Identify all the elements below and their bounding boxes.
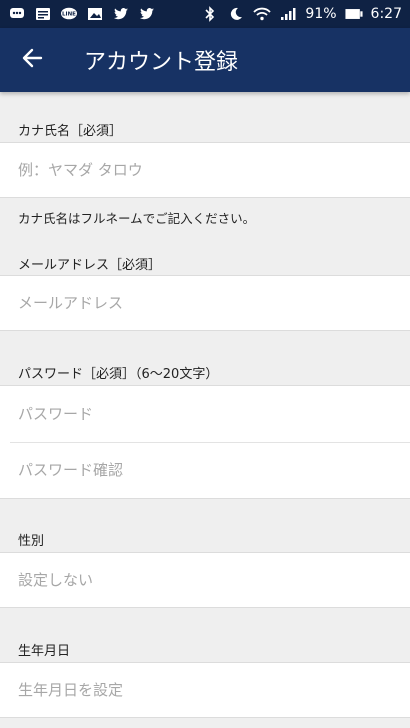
- battery-icon: [344, 7, 363, 21]
- svg-text:LINE: LINE: [62, 12, 76, 18]
- wifi-icon: [253, 7, 272, 21]
- system-icons: 91% 6:27: [201, 6, 402, 22]
- bluetooth-icon: [201, 6, 219, 22]
- registration-form: カナ氏名［必須］ カナ氏名はフルネームでご記入ください。 メールアドレス［必須］…: [0, 92, 410, 728]
- notification-icons: LINE: [8, 7, 156, 21]
- message-icon: [34, 7, 52, 21]
- gender-field-container: [0, 552, 410, 608]
- chat-bubble-icon: [8, 7, 26, 21]
- password-fields-container: [0, 385, 410, 499]
- page-title: アカウント登録: [84, 50, 239, 75]
- twitter-icon: [138, 7, 156, 21]
- email-field-container: [0, 275, 410, 331]
- divider: [10, 442, 410, 443]
- battery-percent: 91%: [305, 6, 337, 22]
- password-confirm-input[interactable]: [0, 442, 410, 498]
- gender-select[interactable]: [0, 553, 410, 607]
- password-label: パスワード［必須］（6〜20文字）: [18, 367, 219, 382]
- kana-name-label: カナ氏名［必須］: [18, 124, 123, 139]
- birthday-input[interactable]: [0, 663, 410, 717]
- twitter-icon: [112, 7, 130, 21]
- kana-name-input[interactable]: [0, 143, 410, 197]
- birthday-field-container: [0, 662, 410, 718]
- status-bar: LINE 91% 6:27: [0, 0, 410, 28]
- email-label: メールアドレス［必須］: [18, 258, 162, 273]
- birthday-label: 生年月日: [18, 644, 71, 659]
- password-input[interactable]: [0, 386, 410, 442]
- signal-icon: [279, 7, 297, 21]
- email-input[interactable]: [0, 276, 410, 330]
- line-app-icon: LINE: [60, 7, 78, 21]
- clock: 6:27: [370, 6, 402, 22]
- gender-label: 性別: [18, 534, 45, 549]
- back-button[interactable]: [0, 28, 64, 92]
- kana-name-note: カナ氏名はフルネームでご記入ください。: [18, 211, 256, 226]
- image-icon: [86, 7, 104, 21]
- app-bar: アカウント登録: [0, 28, 410, 92]
- kana-name-field-container: [0, 142, 410, 198]
- moon-icon: [227, 7, 245, 21]
- arrow-left-icon: [21, 47, 43, 73]
